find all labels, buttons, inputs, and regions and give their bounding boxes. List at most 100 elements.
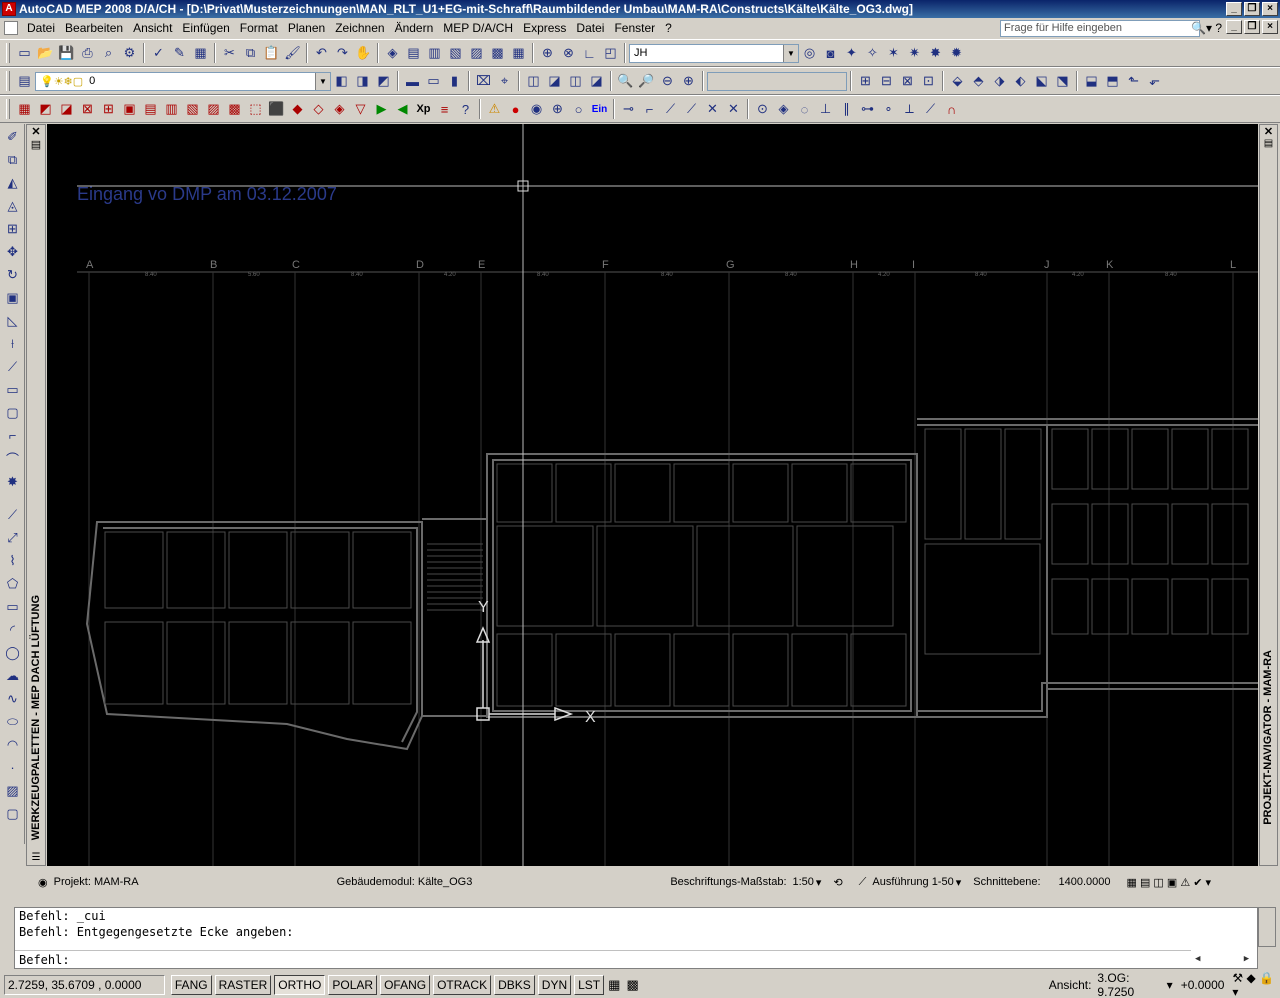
menu-aendern[interactable]: Ändern: [390, 21, 439, 35]
trim-icon[interactable]: ⟊: [2, 333, 23, 354]
construction-line-icon[interactable]: ⤢: [2, 527, 23, 548]
chevron-down-icon[interactable]: ▾: [1167, 978, 1173, 992]
circle-draw-icon[interactable]: ◯: [2, 642, 23, 663]
otrack-mode-button[interactable]: OTRACK: [433, 975, 492, 995]
mep-tool-10-icon[interactable]: ⬔: [1052, 71, 1073, 92]
hatch-icon[interactable]: ▨: [2, 780, 23, 801]
chevron-down-icon[interactable]: ▼: [315, 72, 330, 90]
mep-tool-14-icon[interactable]: ⬐: [1144, 71, 1165, 92]
mirror-icon[interactable]: ◭: [2, 172, 23, 193]
menu-planen[interactable]: Planen: [283, 21, 330, 35]
copy-object-icon[interactable]: ⧉: [2, 149, 23, 170]
chevron-down-icon[interactable]: ▾: [816, 876, 822, 889]
extend-icon[interactable]: ⟋: [2, 356, 23, 377]
equipment-icon[interactable]: ⊞: [98, 99, 119, 120]
target-icon[interactable]: ⊕: [547, 99, 568, 120]
osnap-insert-icon[interactable]: ⊶: [857, 99, 878, 120]
osnap-node-icon[interactable]: ∘: [878, 99, 899, 120]
layer-manager-icon[interactable]: ▤: [14, 71, 35, 92]
polyline-icon[interactable]: ⌇: [2, 550, 23, 571]
restore-button[interactable]: ❐: [1244, 2, 1260, 16]
osnap-center-icon[interactable]: ⊙: [752, 99, 773, 120]
autocad-app-icon[interactable]: A: [2, 2, 16, 16]
mep-icon-f[interactable]: ▩: [224, 99, 245, 120]
pipe-fitting-icon[interactable]: ⊠: [77, 99, 98, 120]
chevron-down-icon[interactable]: ▾: [956, 876, 962, 889]
mep-tool-6-icon[interactable]: ⬘: [968, 71, 989, 92]
calculator-icon[interactable]: ▦: [190, 43, 211, 64]
view-value[interactable]: 3.OG: 9.7250: [1097, 971, 1164, 998]
fx-icon-3[interactable]: ✸: [925, 43, 946, 64]
diagonal-2-icon[interactable]: ⟋: [681, 99, 702, 120]
view-icon[interactable]: ◰: [600, 43, 621, 64]
fx-icon-2[interactable]: ✷: [904, 43, 925, 64]
drawing-canvas[interactable]: Eingang vo DMP am 03.12.2007 A B C D E F G H I J K…: [47, 124, 1258, 866]
zoom-extents-icon[interactable]: ⊕: [678, 71, 699, 92]
tray-icons[interactable]: ⚒ ◆ 🔒 ▾: [1232, 971, 1280, 998]
ortho-mode-button[interactable]: ORTHO: [274, 975, 326, 995]
menu-zeichnen[interactable]: Zeichnen: [330, 21, 389, 35]
snap-mode-button[interactable]: FANG: [170, 975, 212, 995]
mep-tool-1-icon[interactable]: ⊞: [855, 71, 876, 92]
circle-icon[interactable]: ○: [568, 99, 589, 120]
save-icon[interactable]: 💾: [56, 43, 77, 64]
elevation-offset[interactable]: +0.0000: [1181, 978, 1225, 992]
detail-level-value[interactable]: Ausführung 1-50: [872, 876, 953, 888]
layer-key-icon[interactable]: ⌧: [473, 71, 494, 92]
coordinate-display[interactable]: 2.7259, 35.6709 , 0.0000: [4, 975, 165, 995]
diagonal-icon[interactable]: ⟋: [660, 99, 681, 120]
mep-icon-b[interactable]: ▤: [140, 99, 161, 120]
menu-fenster[interactable]: Fenster: [609, 21, 660, 35]
osnap-quadrant-icon[interactable]: ◈: [773, 99, 794, 120]
stretch-icon[interactable]: ◺: [2, 310, 23, 331]
mep-icon-j[interactable]: ◇: [308, 99, 329, 120]
revcloud-icon[interactable]: ☁: [2, 665, 23, 686]
menu-datei-2[interactable]: Datei: [571, 21, 609, 35]
mep-icon-c[interactable]: ▥: [161, 99, 182, 120]
menu-express[interactable]: Express: [518, 21, 571, 35]
pan-realtime-icon[interactable]: ✋: [353, 43, 374, 64]
fillet-icon[interactable]: ⌒: [2, 448, 23, 469]
command-input[interactable]: Befehl:: [15, 950, 1191, 968]
sensor-icon[interactable]: ◉: [526, 99, 547, 120]
match-icon[interactable]: ✎: [169, 43, 190, 64]
mep-icon-h[interactable]: ⬛: [266, 99, 287, 120]
osnap-nearest-icon[interactable]: ⟂: [899, 99, 920, 120]
open-file-icon[interactable]: 📂: [35, 43, 56, 64]
print-preview-icon[interactable]: ⌕: [98, 43, 119, 64]
mep-tool-5-icon[interactable]: ⬙: [947, 71, 968, 92]
render-icon[interactable]: ◎: [799, 43, 820, 64]
mep-icon-i[interactable]: ◆: [287, 99, 308, 120]
region-icon[interactable]: ▢: [2, 803, 23, 824]
light-icon[interactable]: ✦: [841, 43, 862, 64]
mep-tool-7-icon[interactable]: ⬗: [989, 71, 1010, 92]
layer-unisolate-icon[interactable]: ◩: [373, 71, 394, 92]
mep-icon-d[interactable]: ▧: [182, 99, 203, 120]
polygon-icon[interactable]: ⬠: [2, 573, 23, 594]
help-search-input[interactable]: Frage für Hilfe eingeben: [1000, 20, 1200, 37]
tool-palette-icon[interactable]: ▧: [445, 43, 466, 64]
copy-icon[interactable]: ⧉: [240, 43, 261, 64]
mep-icon-n[interactable]: ◀: [392, 99, 413, 120]
scale-icon[interactable]: ▣: [2, 287, 23, 308]
chamfer-icon[interactable]: ⌐: [2, 425, 23, 446]
array-icon[interactable]: ⊞: [2, 218, 23, 239]
rotate-icon[interactable]: ↻: [2, 264, 23, 285]
model-space-icon[interactable]: ▦: [608, 977, 620, 993]
camera-icon[interactable]: ◙: [820, 43, 841, 64]
menu-bearbeiten[interactable]: Bearbeiten: [60, 21, 128, 35]
cut-plane-value[interactable]: 1400.0000: [1059, 876, 1111, 888]
mep-icon-g[interactable]: ⬚: [245, 99, 266, 120]
mep-tool-13-icon[interactable]: ⬑: [1123, 71, 1144, 92]
command-window[interactable]: Befehl: _cui Befehl: Entgegengesetzte Ec…: [14, 907, 1258, 969]
orbit-icon[interactable]: ⊗: [558, 43, 579, 64]
palette-menu-icon[interactable]: ☰: [27, 852, 45, 863]
osnap-tangent-icon[interactable]: ◌: [794, 99, 815, 120]
arc-icon[interactable]: ◜: [2, 619, 23, 640]
offset-icon[interactable]: ◬: [2, 195, 23, 216]
corner-icon[interactable]: ⌐: [639, 99, 660, 120]
cut-icon[interactable]: ✂: [219, 43, 240, 64]
document-icon[interactable]: [4, 21, 18, 35]
spline-icon[interactable]: ∿: [2, 688, 23, 709]
line-segment-icon[interactable]: ⊸: [618, 99, 639, 120]
